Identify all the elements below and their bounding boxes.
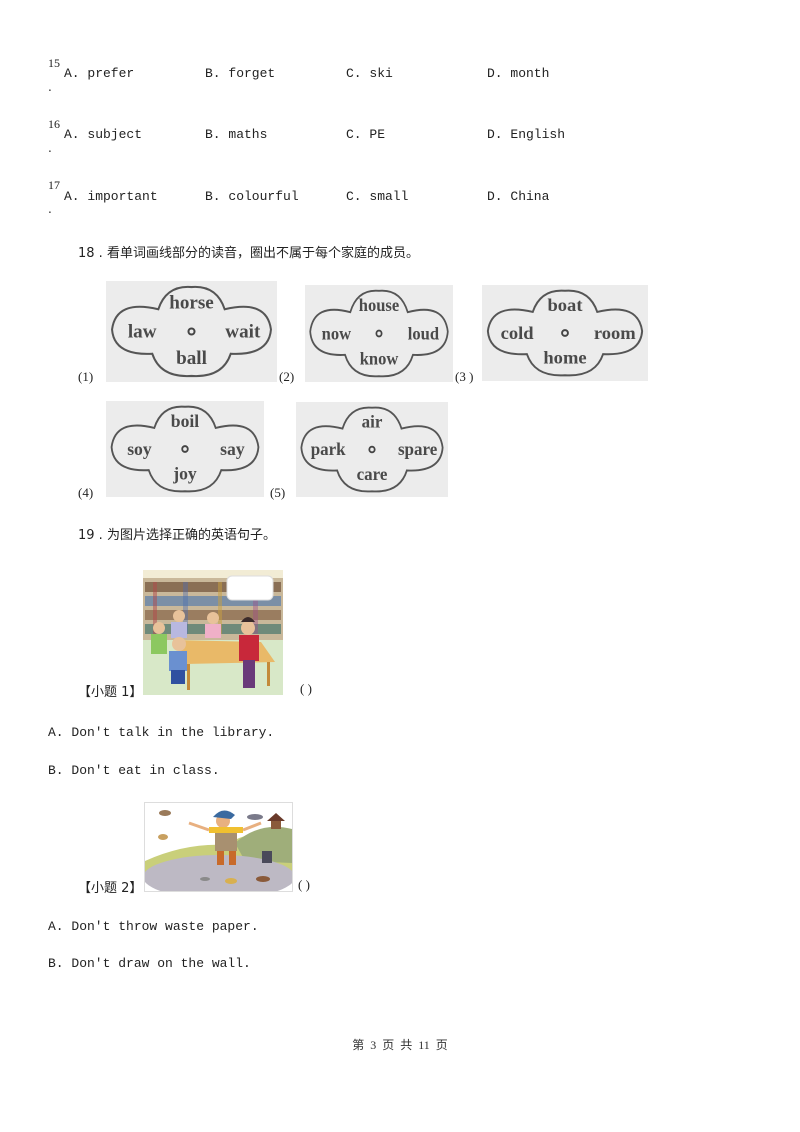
option-d: D. English — [487, 127, 566, 142]
question-dot: . — [48, 80, 52, 94]
cloud-image-3: boat cold room home — [482, 285, 648, 381]
question-number: 15 — [48, 56, 60, 70]
cloud-word-right[interactable]: say — [220, 439, 245, 459]
answer-bracket-1[interactable]: ( ) — [300, 681, 312, 697]
option-c: C. ski — [346, 66, 393, 81]
cloud-word-top[interactable]: house — [359, 294, 400, 315]
cloud-label-4: (4) — [78, 485, 94, 500]
page-footer: 第 3 页 共 11 页 — [352, 1038, 448, 1052]
cloud-label-5: (5) — [270, 485, 286, 500]
question-dot: . — [48, 202, 52, 216]
cloud-word-right[interactable]: loud — [408, 322, 439, 343]
answer-bracket-2[interactable]: ( ) — [298, 877, 310, 893]
cloud-word-bottom[interactable]: know — [360, 348, 399, 369]
subquestion-2-option-b: B. Don't draw on the wall. — [48, 956, 251, 971]
cloud-center-dot — [375, 329, 383, 338]
cloud-center-dot — [561, 329, 569, 337]
cloud-center-dot — [187, 327, 196, 336]
option-d: D. month — [487, 66, 550, 81]
cloud-image-5: air park spare care — [296, 402, 448, 497]
option-c: C. PE — [346, 127, 386, 142]
cloud-image-1: horse law wait ball — [106, 281, 277, 382]
cloud-image-2: house now loud know — [305, 285, 453, 382]
cloud-word-right[interactable]: wait — [225, 322, 261, 343]
option-d: D. China — [487, 189, 550, 204]
library-scene-image — [143, 570, 283, 695]
cloud-label-2: (2) — [279, 369, 295, 384]
cloud-word-left[interactable]: law — [128, 322, 157, 343]
subquestion-2-label: 【小题 2】 — [78, 881, 143, 896]
option-c: C. small — [346, 189, 409, 204]
cloud-word-bottom[interactable]: ball — [176, 348, 207, 369]
cloud-word-bottom[interactable]: joy — [172, 463, 197, 483]
trash-bin — [262, 851, 272, 863]
cloud-label-3: (3 ) — [455, 369, 474, 384]
cloud-image-4: boil soy say joy — [106, 401, 264, 497]
cloud-center-dot — [181, 445, 189, 453]
option-a: A. subject — [64, 127, 143, 142]
question-dot: . — [48, 141, 52, 155]
subquestion-1-option-a: A. Don't talk in the library. — [48, 725, 275, 740]
cloud-word-top[interactable]: air — [362, 411, 383, 432]
cloud-word-top[interactable]: horse — [169, 292, 214, 313]
cloud-label-1: (1) — [78, 369, 94, 384]
cloud-word-left[interactable]: soy — [127, 439, 152, 459]
option-b: B. colourful — [205, 189, 299, 204]
question-19-title: 19 . 为图片选择正确的英语句子。 — [78, 528, 276, 543]
cloud-word-left[interactable]: cold — [501, 323, 535, 343]
option-b: B. maths — [205, 127, 268, 142]
cloud-word-left[interactable]: now — [322, 322, 352, 343]
cloud-word-bottom[interactable]: care — [357, 463, 388, 484]
litter-scene-image — [144, 802, 293, 892]
subquestion-1-label: 【小题 1】 — [78, 685, 143, 700]
cloud-center-dot — [368, 445, 376, 454]
cloud-word-top[interactable]: boat — [547, 295, 583, 315]
cloud-word-right[interactable]: spare — [398, 439, 438, 460]
subquestion-1-option-b: B. Don't eat in class. — [48, 763, 220, 778]
option-a: A. prefer — [64, 66, 135, 81]
option-b: B. forget — [205, 66, 276, 81]
cloud-word-left[interactable]: park — [311, 439, 346, 460]
option-a: A. important — [64, 189, 158, 204]
question-18-title: 18 . 看单词画线部分的读音，圈出不属于每个家庭的成员。 — [78, 246, 419, 261]
cloud-word-right[interactable]: room — [594, 323, 636, 343]
question-number: 17 — [48, 178, 60, 192]
cloud-word-top[interactable]: boil — [171, 411, 199, 431]
table — [173, 640, 275, 664]
cloud-word-bottom[interactable]: home — [543, 348, 586, 368]
subquestion-2-option-a: A. Don't throw waste paper. — [48, 919, 259, 934]
speech-bubble — [226, 575, 274, 601]
question-number: 16 — [48, 117, 60, 131]
